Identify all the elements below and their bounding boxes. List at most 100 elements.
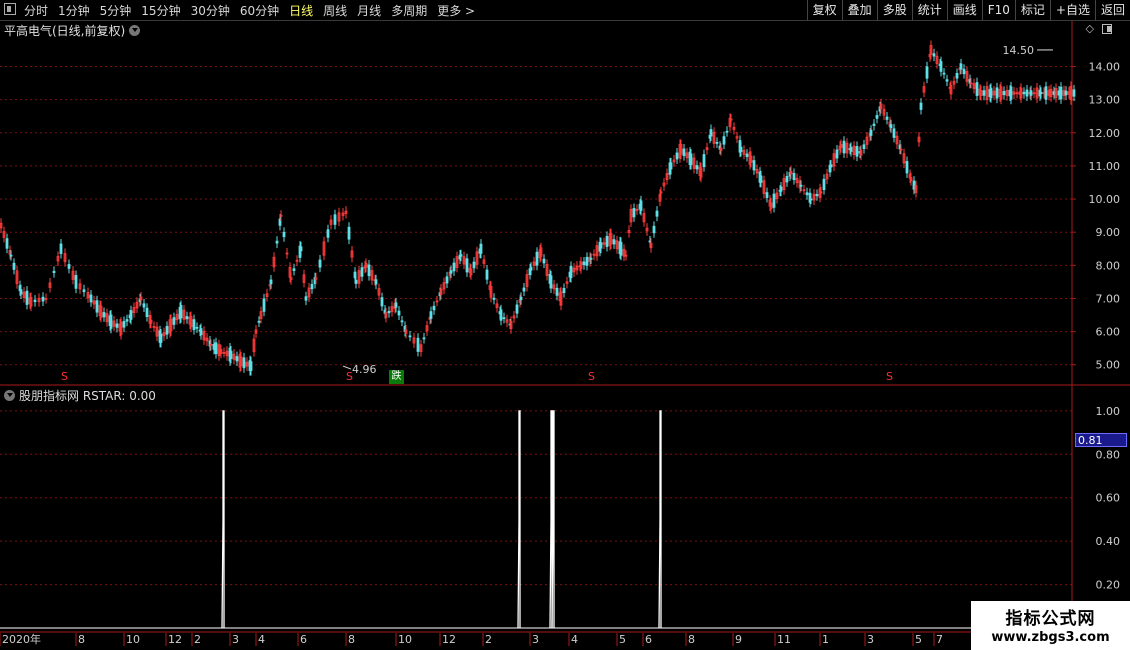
candle-body bbox=[448, 271, 452, 277]
candle-body bbox=[489, 285, 493, 298]
candle-body bbox=[262, 298, 266, 312]
period-tab-2[interactable]: 5分钟 bbox=[100, 2, 132, 19]
window-menu-icon[interactable] bbox=[4, 3, 16, 15]
period-tab-1[interactable]: 1分钟 bbox=[58, 2, 90, 19]
candle-body bbox=[905, 161, 909, 174]
period-tab-8[interactable]: 月线 bbox=[357, 2, 381, 19]
candle-body bbox=[347, 226, 351, 240]
candle-body bbox=[872, 123, 876, 126]
candle-body bbox=[439, 288, 443, 295]
candle-body bbox=[314, 277, 318, 280]
candle-body bbox=[519, 296, 523, 301]
candle-body bbox=[168, 319, 172, 334]
candle-body bbox=[249, 361, 253, 371]
candle-body bbox=[835, 149, 839, 159]
stock-title-text: 平高电气(日线,前复权) bbox=[4, 24, 126, 38]
fall-signal-marker: 跌 bbox=[389, 370, 404, 384]
date-axis-label: 6 bbox=[300, 633, 307, 646]
candle-body bbox=[132, 307, 136, 314]
diamond-icon[interactable]: ◇ bbox=[1086, 22, 1094, 35]
candle-body bbox=[37, 297, 41, 303]
indicator-axis-label: 0.40 bbox=[1096, 535, 1121, 548]
candle-body bbox=[384, 312, 388, 318]
candle-body bbox=[432, 305, 436, 311]
candle-body bbox=[19, 289, 23, 295]
candle-body bbox=[219, 349, 223, 354]
candle-body bbox=[495, 303, 499, 309]
candle-body bbox=[609, 233, 613, 245]
candle-body bbox=[522, 287, 526, 292]
candle-body bbox=[455, 256, 459, 268]
date-axis-label: 3 bbox=[867, 633, 874, 646]
title-dropdown-icon[interactable] bbox=[129, 25, 141, 36]
tool-button-3[interactable]: 统计 bbox=[911, 0, 947, 20]
candle-body bbox=[8, 250, 12, 255]
indicator-title: 股朋指标网 RSTAR: 0.00 bbox=[4, 387, 156, 404]
candle-body bbox=[2, 231, 6, 238]
period-tab-3[interactable]: 15分钟 bbox=[141, 2, 180, 19]
candle-body bbox=[468, 267, 472, 273]
candle-body bbox=[688, 151, 692, 165]
date-axis-label: 11 bbox=[777, 633, 791, 646]
candle-body bbox=[665, 173, 669, 181]
candle-body bbox=[367, 264, 371, 277]
candle-body bbox=[1008, 89, 1012, 97]
date-axis-label: 2020年 bbox=[2, 632, 41, 646]
candle-body bbox=[71, 270, 75, 280]
period-tab-0[interactable]: 分时 bbox=[24, 2, 48, 19]
candle-body bbox=[1049, 88, 1053, 98]
candle-body bbox=[329, 219, 333, 225]
rstar-spike bbox=[549, 410, 553, 629]
candle-body bbox=[422, 337, 426, 340]
candle-body bbox=[939, 61, 943, 72]
candle-body bbox=[985, 86, 989, 100]
period-tab-9[interactable]: 多周期 bbox=[391, 2, 427, 19]
candle-body bbox=[945, 79, 949, 82]
tool-button-0[interactable]: 复权 bbox=[806, 0, 842, 20]
candle-body bbox=[745, 153, 749, 157]
candle-body bbox=[1059, 86, 1063, 100]
indicator-title-text: 股朋指标网 RSTAR: 0.00 bbox=[19, 389, 156, 403]
tool-button-8[interactable]: 返回 bbox=[1094, 0, 1130, 20]
period-tab-10[interactable]: 更多 > bbox=[437, 2, 475, 19]
period-tab-6[interactable]: 日线 bbox=[289, 2, 313, 19]
period-tab-7[interactable]: 周线 bbox=[323, 2, 347, 19]
date-axis-label: 12 bbox=[442, 633, 456, 646]
candle-body bbox=[562, 288, 566, 293]
kline-chart[interactable]: 14.504.96 14.0013.0012.0011.0010.009.008… bbox=[0, 0, 1130, 650]
candle-body bbox=[619, 241, 623, 256]
tool-button-4[interactable]: 画线 bbox=[946, 0, 982, 20]
candle-body bbox=[518, 299, 522, 303]
period-tab-4[interactable]: 30分钟 bbox=[191, 2, 230, 19]
candle-body bbox=[269, 279, 273, 285]
candle-body bbox=[509, 320, 513, 330]
candle-body bbox=[445, 276, 449, 284]
indicator-dropdown-icon[interactable] bbox=[4, 390, 15, 401]
tool-button-7[interactable]: +自选 bbox=[1049, 0, 1095, 20]
candle-body bbox=[238, 353, 242, 368]
candle-body bbox=[729, 118, 733, 121]
date-axis-label: 3 bbox=[232, 633, 239, 646]
candle-body bbox=[1018, 91, 1022, 95]
price-axis-label: 5.00 bbox=[1096, 359, 1121, 372]
candle-body bbox=[135, 301, 139, 309]
tool-button-2[interactable]: 多股 bbox=[876, 0, 912, 20]
panel-toggle-icon[interactable] bbox=[1102, 24, 1112, 34]
tool-button-5[interactable]: F10 bbox=[981, 0, 1015, 20]
candle-body bbox=[152, 326, 156, 328]
candle-body bbox=[374, 279, 378, 285]
candle-body bbox=[179, 305, 183, 319]
date-axis-label: 10 bbox=[398, 633, 412, 646]
candle-body bbox=[232, 353, 236, 360]
candle-body bbox=[462, 256, 466, 265]
candle-body bbox=[195, 326, 199, 329]
candle-body bbox=[289, 277, 293, 281]
candle-body bbox=[539, 247, 543, 257]
period-tab-5[interactable]: 60分钟 bbox=[240, 2, 279, 19]
candle-body bbox=[383, 309, 387, 314]
candle-body bbox=[978, 88, 982, 96]
candle-body bbox=[769, 202, 773, 209]
candle-body bbox=[15, 270, 19, 285]
tool-button-6[interactable]: 标记 bbox=[1014, 0, 1050, 20]
tool-button-1[interactable]: 叠加 bbox=[841, 0, 877, 20]
